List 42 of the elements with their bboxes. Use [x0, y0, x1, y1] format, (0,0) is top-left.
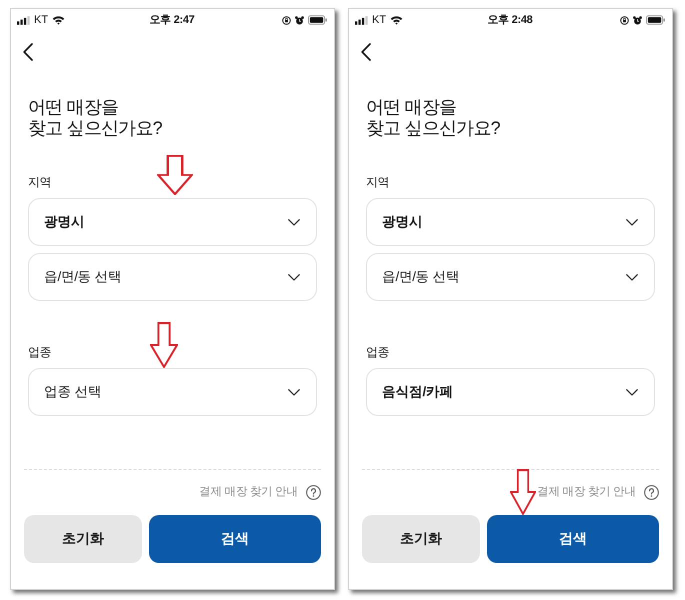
alarm-clock-icon — [295, 16, 304, 24]
page-title: 어떤 매장을 찾고 싶으신가요? — [28, 97, 162, 139]
chevron-down-icon — [288, 388, 300, 396]
search-button[interactable]: 검색 — [487, 515, 659, 563]
search-button[interactable]: 검색 — [149, 515, 321, 563]
dropdown-field[interactable]: 광명시 — [366, 198, 655, 246]
help-icon — [306, 484, 321, 500]
rotation-lock-icon — [620, 16, 629, 24]
status-time: 오후 2:48 — [488, 13, 532, 27]
alarm-clock-icon — [633, 16, 642, 24]
reset-button[interactable]: 초기화 — [24, 515, 142, 563]
chevron-down-icon — [626, 274, 638, 280]
reset-button[interactable]: 초기화 — [362, 515, 480, 563]
dropdown-field[interactable]: 음식점/카페 — [366, 368, 655, 416]
carrier-name: KT — [34, 14, 48, 26]
page-title: 어떤 매장을 찾고 싶으신가요? — [366, 97, 500, 139]
battery-icon — [308, 15, 327, 25]
wifi-icon — [52, 15, 66, 25]
dropdown-field[interactable]: 읍/면/동 선택 — [366, 253, 655, 301]
chevron-left-icon — [361, 43, 371, 61]
help-icon — [644, 484, 659, 500]
dropdown-field[interactable]: 업종 선택 — [28, 368, 317, 416]
chevron-down-icon — [626, 218, 638, 226]
rotation-lock-icon — [282, 16, 291, 24]
chevron-down-icon — [626, 388, 638, 396]
field-label: 지역 — [28, 174, 52, 190]
field-label: 업종 — [366, 344, 390, 360]
dropdown-field[interactable]: 광명시 — [28, 198, 317, 246]
chevron-left-icon — [23, 43, 33, 61]
signal-icon — [355, 16, 368, 24]
chevron-down-icon — [288, 218, 300, 226]
back-button[interactable] — [23, 43, 34, 61]
field-label: 지역 — [366, 174, 390, 190]
battery-icon — [646, 15, 665, 25]
signal-icon — [17, 16, 30, 24]
chevron-down-icon — [288, 274, 300, 280]
dropdown-field[interactable]: 읍/면/동 선택 — [28, 253, 317, 301]
status-time: 오후 2:47 — [150, 13, 194, 27]
field-label: 업종 — [28, 344, 52, 360]
carrier-name: KT — [372, 14, 386, 26]
back-button[interactable] — [361, 43, 372, 61]
wifi-icon — [390, 15, 404, 25]
